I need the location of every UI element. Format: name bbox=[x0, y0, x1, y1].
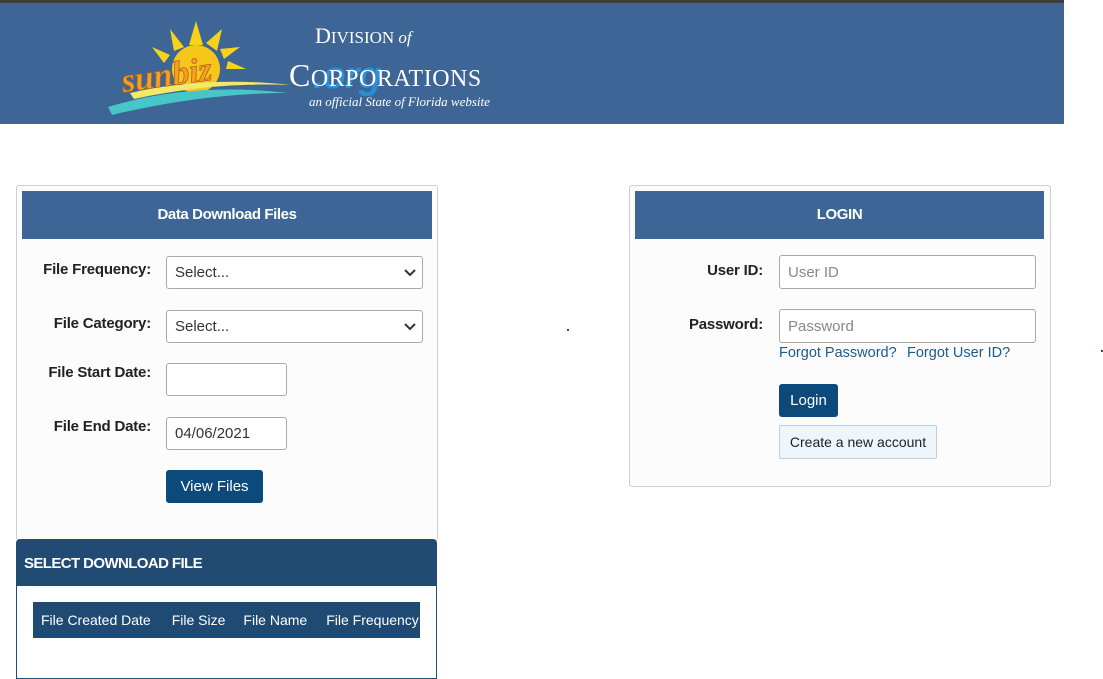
password-label: Password: bbox=[688, 316, 763, 333]
column-header[interactable]: File Created Date bbox=[41, 612, 151, 628]
chevron-down-icon bbox=[404, 322, 416, 330]
file-start-date-label: File Start Date: bbox=[48, 364, 151, 381]
file-category-select[interactable]: Select... bbox=[166, 310, 423, 343]
site-header: sunbiz .org DIVISION of CORPORATIONS an … bbox=[0, 3, 1064, 124]
stray-dot bbox=[567, 329, 569, 331]
login-button[interactable]: Login bbox=[779, 384, 838, 417]
division-line: DIVISION of bbox=[315, 23, 412, 48]
select-download-title: SELECT DOWNLOAD FILE bbox=[17, 540, 436, 586]
forgot-userid-link[interactable]: Forgot User ID? bbox=[907, 345, 1010, 361]
user-id-input[interactable]: User ID bbox=[779, 255, 1036, 289]
tagline: an official State of Florida website bbox=[309, 94, 490, 109]
file-end-date-input[interactable]: 04/06/2021 bbox=[166, 417, 287, 450]
select-download-section: SELECT DOWNLOAD FILE File Created Date F… bbox=[16, 539, 437, 679]
login-title: LOGIN bbox=[635, 191, 1044, 239]
file-category-label: File Category: bbox=[53, 315, 151, 332]
view-files-button[interactable]: View Files bbox=[166, 470, 263, 503]
password-input[interactable]: Password bbox=[779, 309, 1036, 343]
forgot-password-link[interactable]: Forgot Password? bbox=[779, 345, 897, 361]
file-frequency-label: File Frequency: bbox=[43, 261, 151, 278]
column-header[interactable]: File Name bbox=[243, 612, 307, 628]
data-download-title: Data Download Files bbox=[22, 191, 432, 239]
user-id-label: User ID: bbox=[707, 262, 763, 279]
column-header[interactable]: File Frequency bbox=[326, 612, 419, 628]
file-end-date-label: File End Date: bbox=[53, 418, 151, 435]
download-table-header: File Created Date File Size File Name Fi… bbox=[33, 602, 420, 638]
corporations-title: CORPORATIONS bbox=[289, 57, 482, 93]
file-frequency-select[interactable]: Select... bbox=[166, 256, 423, 289]
column-header[interactable]: File Size bbox=[172, 612, 226, 628]
file-start-date-input[interactable] bbox=[166, 363, 287, 396]
chevron-down-icon bbox=[404, 268, 416, 276]
create-account-button[interactable]: Create a new account bbox=[779, 425, 937, 459]
